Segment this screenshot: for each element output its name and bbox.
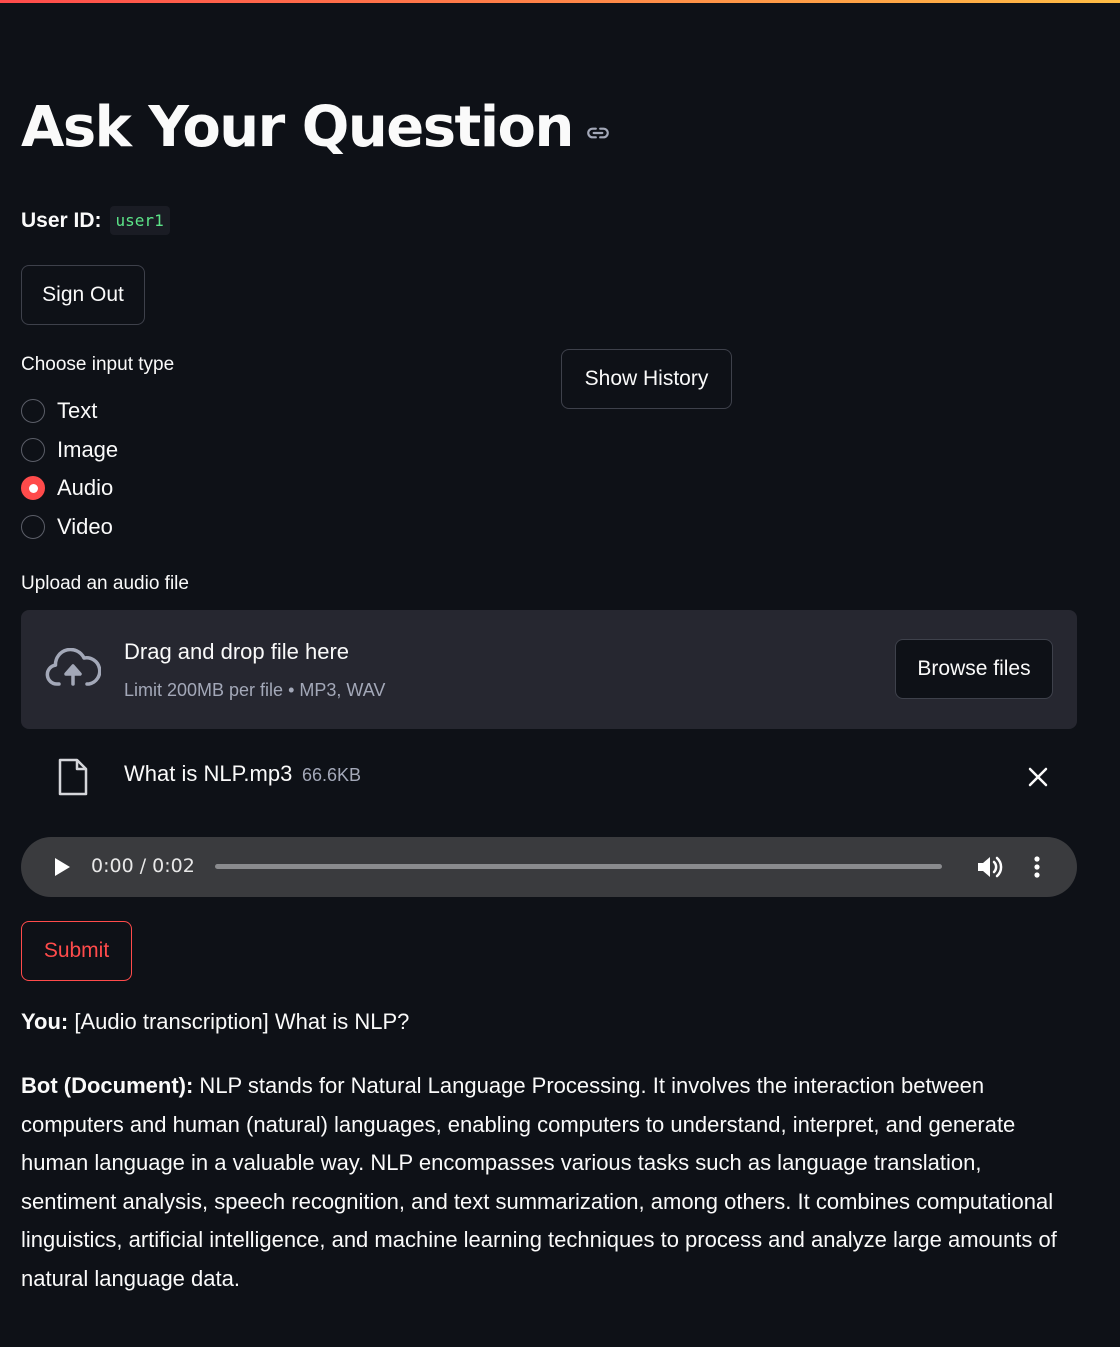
volume-icon[interactable] [976,855,1004,884]
close-icon[interactable] [1027,766,1049,793]
input-type-label: Choose input type [21,354,175,375]
dropzone-limit-text: Limit 200MB per file • MP3, WAV [124,680,386,700]
audio-player: 0:00 / 0:02 [21,837,1077,897]
link-icon[interactable] [585,120,611,146]
user-message-label: You: [21,1009,69,1034]
radio-option-image[interactable]: Image [21,431,118,470]
user-message-text: [Audio transcription] What is NLP? [68,1009,410,1034]
radio-option-audio[interactable]: Audio [21,469,118,508]
bot-message-text: NLP stands for Natural Language Processi… [21,1073,1057,1291]
bot-message-label: Bot (Document): [21,1073,194,1098]
user-id-label: User ID: [21,208,102,232]
sign-out-button[interactable]: Sign Out [21,265,145,325]
audio-seek-bar[interactable] [215,864,942,869]
page-header: Ask Your Question [21,100,611,156]
file-name: What is NLP.mp3 [124,761,293,786]
radio-button[interactable] [21,399,45,424]
top-decoration-bar [0,0,1120,3]
radio-option-label: Audio [57,475,114,501]
radio-button[interactable] [21,437,45,462]
page-title: Ask Your Question [21,95,574,160]
radio-option-label: Image [57,436,119,462]
input-type-radio-group: Text Image Audio Video [21,392,118,546]
cloud-upload-icon [45,647,102,693]
bot-message: Bot (Document): NLP stands for Natural L… [21,1067,1081,1298]
radio-option-label: Video [57,513,113,539]
radio-option-text[interactable]: Text [21,392,118,431]
radio-button-selected[interactable] [21,476,45,501]
more-options-icon[interactable] [1033,855,1041,884]
submit-button[interactable]: Submit [21,921,132,981]
dropzone-title: Drag and drop file here [124,639,350,664]
radio-option-label: Text [57,398,98,424]
play-icon[interactable] [53,857,71,882]
file-dropzone[interactable]: Drag and drop file here Limit 200MB per … [21,610,1077,729]
user-id-value: user1 [109,206,170,235]
file-icon [57,757,89,802]
browse-files-button[interactable]: Browse files [895,639,1053,699]
file-size: 66.6KB [302,765,362,785]
user-message: You: [Audio transcription] What is NLP? [21,1009,409,1035]
show-history-button[interactable]: Show History [561,349,732,409]
audio-time: 0:00 / 0:02 [91,855,195,877]
upload-label: Upload an audio file [21,573,189,594]
radio-option-video[interactable]: Video [21,508,118,547]
radio-button[interactable] [21,514,45,539]
user-id-row: User ID: user1 [21,206,170,235]
uploaded-file-row: What is NLP.mp3 66.6KB [21,745,1077,807]
